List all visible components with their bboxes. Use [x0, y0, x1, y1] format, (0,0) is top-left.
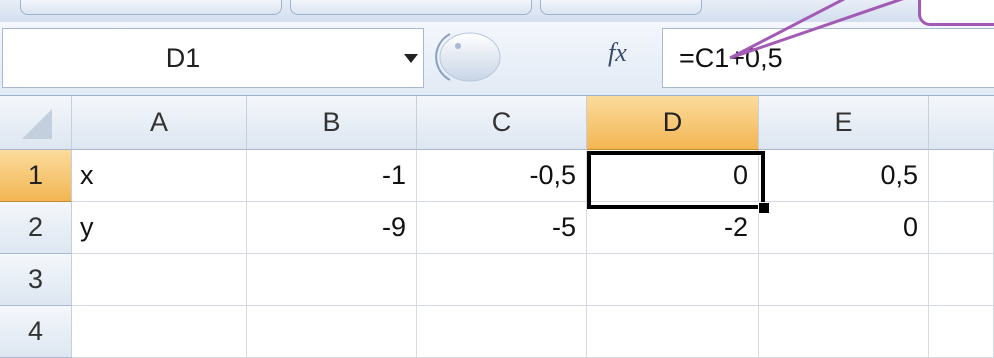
- fx-icon[interactable]: fx: [608, 38, 627, 68]
- ribbon-tab[interactable]: [290, 0, 532, 15]
- column-header-c[interactable]: C: [417, 96, 587, 150]
- cell-f2[interactable]: [929, 202, 994, 254]
- cell-b3[interactable]: [247, 254, 417, 306]
- cell-e3[interactable]: [759, 254, 929, 306]
- cell-a4[interactable]: [72, 306, 247, 358]
- fill-handle[interactable]: [758, 202, 770, 214]
- column-header-e[interactable]: E: [759, 96, 929, 150]
- cell-f4[interactable]: [929, 306, 994, 358]
- formula-buttons: fx: [428, 28, 662, 86]
- cell-a3[interactable]: [72, 254, 247, 306]
- column-header-b[interactable]: B: [247, 96, 417, 150]
- spreadsheet-grid: A B C D E 1 2 3 4 x -1 -0,5 0 0,5 y -9 -…: [0, 96, 994, 358]
- cell-b1[interactable]: -1: [247, 150, 417, 202]
- ribbon-tab[interactable]: [540, 0, 702, 15]
- cell-c4[interactable]: [417, 306, 587, 358]
- cell-f3[interactable]: [929, 254, 994, 306]
- cell-b4[interactable]: [247, 306, 417, 358]
- select-all-icon: [21, 108, 52, 139]
- column-header-f[interactable]: [929, 96, 994, 150]
- cell-c1[interactable]: -0,5: [417, 150, 587, 202]
- ribbon-tab[interactable]: [20, 0, 282, 15]
- ribbon-strip: [0, 0, 994, 23]
- formula-bar: D1 fx =C1+0,5: [0, 22, 994, 96]
- cell-e4[interactable]: [759, 306, 929, 358]
- cell-b2[interactable]: -9: [247, 202, 417, 254]
- row-header-1[interactable]: 1: [0, 150, 72, 202]
- cell-c3[interactable]: [417, 254, 587, 306]
- callout-box: [918, 0, 994, 26]
- cell-e1[interactable]: 0,5: [759, 150, 929, 202]
- row-header-3[interactable]: 3: [0, 254, 72, 306]
- triangle-down-icon[interactable]: [398, 29, 423, 87]
- select-all-corner[interactable]: [0, 96, 72, 150]
- cell-d4[interactable]: [587, 306, 759, 358]
- cell-d3[interactable]: [587, 254, 759, 306]
- column-header-d[interactable]: D: [587, 96, 759, 150]
- cell-a1[interactable]: x: [72, 150, 247, 202]
- circle-button-icon[interactable]: [428, 28, 568, 86]
- name-box-value: D1: [165, 43, 201, 73]
- column-header-a[interactable]: A: [72, 96, 247, 150]
- formula-input[interactable]: =C1+0,5: [662, 28, 994, 88]
- cell-e2[interactable]: 0: [759, 202, 929, 254]
- row-header-2[interactable]: 2: [0, 202, 72, 254]
- cell-f1[interactable]: [929, 150, 994, 202]
- cell-d2[interactable]: -2: [587, 202, 759, 254]
- name-box[interactable]: D1: [2, 28, 424, 88]
- active-cell-border: [587, 151, 765, 209]
- formula-text: =C1+0,5: [679, 43, 783, 73]
- cell-c2[interactable]: -5: [417, 202, 587, 254]
- cell-a2[interactable]: y: [72, 202, 247, 254]
- row-header-4[interactable]: 4: [0, 306, 72, 358]
